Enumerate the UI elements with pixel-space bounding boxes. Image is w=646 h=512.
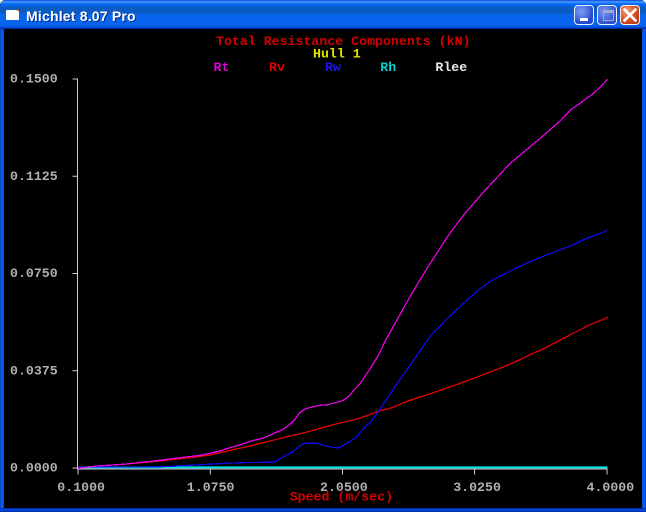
svg-text:0.0375: 0.0375 — [10, 363, 58, 378]
svg-text:Speed (m/sec): Speed (m/sec) — [290, 490, 393, 505]
svg-text:3.0250: 3.0250 — [453, 480, 501, 495]
svg-text:Rv: Rv — [269, 60, 285, 75]
svg-text:0.1500: 0.1500 — [10, 72, 58, 87]
svg-text:Rh: Rh — [380, 60, 396, 75]
svg-text:0.0750: 0.0750 — [10, 266, 58, 281]
svg-text:0.1000: 0.1000 — [57, 480, 105, 495]
svg-text:0.0000: 0.0000 — [10, 461, 58, 476]
svg-text:Rw: Rw — [325, 60, 341, 75]
svg-text:Rlee: Rlee — [435, 60, 467, 75]
svg-text:0.1125: 0.1125 — [10, 169, 58, 184]
svg-text:4.0000: 4.0000 — [587, 480, 635, 495]
svg-text:1.0750: 1.0750 — [187, 480, 235, 495]
svg-text:Rt: Rt — [214, 60, 230, 75]
